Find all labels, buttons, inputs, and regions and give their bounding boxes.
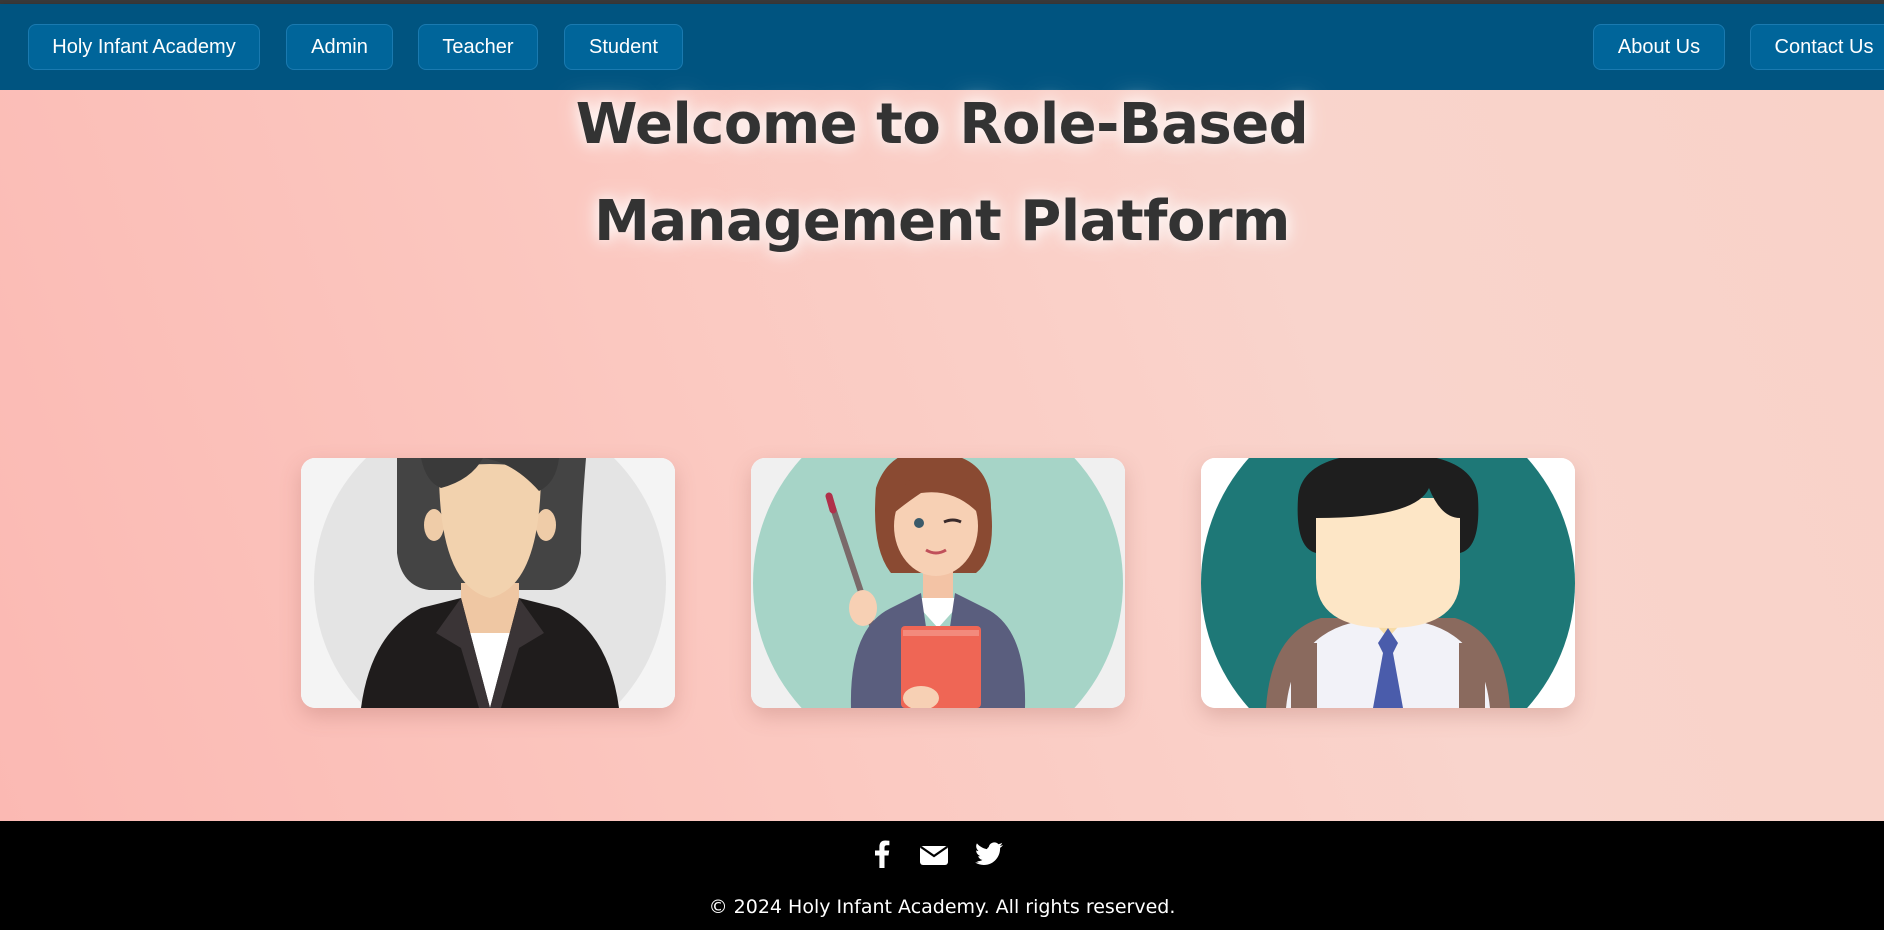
brand-button[interactable]: Holy Infant Academy <box>28 24 260 70</box>
nav-student-button[interactable]: Student <box>564 24 683 70</box>
title-line-2: Management Platform <box>594 189 1290 254</box>
admin-avatar-icon <box>301 458 675 708</box>
teacher-card[interactable] <box>751 458 1125 708</box>
navbar: Holy Infant Academy Admin Teacher Studen… <box>0 4 1884 90</box>
student-avatar-icon <box>1201 458 1575 708</box>
twitter-link[interactable] <box>974 840 1004 868</box>
nav-admin-button[interactable]: Admin <box>286 24 393 70</box>
email-icon <box>920 846 948 865</box>
nav-about-us-button[interactable]: About Us <box>1593 24 1725 70</box>
copyright-text: © 2024 Holy Infant Academy. All rights r… <box>708 896 1176 918</box>
nav-contact-us-button[interactable]: Contact Us <box>1750 24 1884 70</box>
nav-teacher-button[interactable]: Teacher <box>418 24 538 70</box>
admin-card[interactable] <box>301 458 675 708</box>
facebook-icon <box>875 840 890 868</box>
teacher-avatar-icon <box>751 458 1125 708</box>
facebook-link[interactable] <box>870 840 894 868</box>
twitter-icon <box>975 842 1003 865</box>
student-card[interactable] <box>1201 458 1575 708</box>
email-link[interactable] <box>919 840 949 868</box>
title-line-1: Welcome to Role-Based <box>575 92 1309 157</box>
